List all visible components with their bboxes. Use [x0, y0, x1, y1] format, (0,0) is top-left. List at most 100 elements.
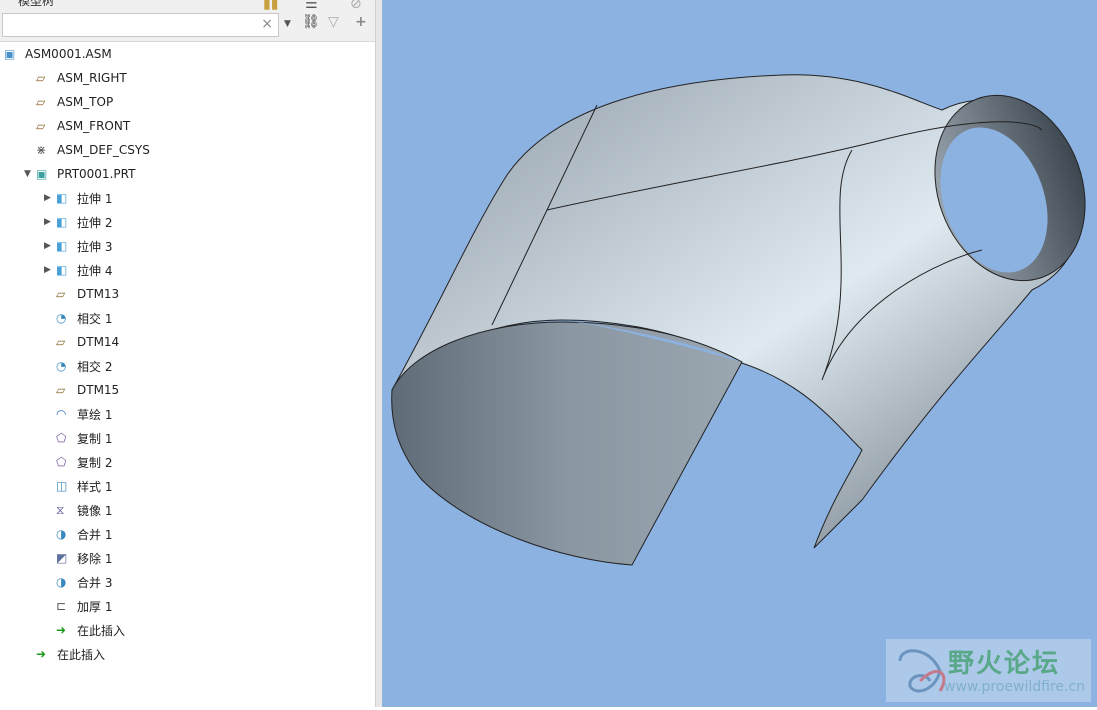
clear-icon[interactable]: × [261, 16, 273, 32]
expand-arrow-icon[interactable]: ▶ [44, 265, 56, 275]
3d-viewport[interactable] [382, 0, 1097, 707]
tree-item[interactable]: ◩ 移除 1 [44, 546, 112, 570]
tree-item[interactable]: ▶ ◧ 拉伸 2 [44, 210, 112, 234]
tree-item-label: 草绘 1 [77, 407, 113, 422]
tree-item[interactable]: ▶ ◧ 拉伸 1 [44, 186, 112, 210]
tree-item-label: 样式 1 [77, 479, 113, 494]
tree-item[interactable]: ▱ DTM15 [44, 378, 119, 402]
expand-arrow-icon[interactable]: ▶ [44, 217, 56, 227]
extrude-icon: ◧ [56, 191, 68, 205]
tree-item-label: ASM_FRONT [57, 119, 131, 133]
panel-title: 模型树 [18, 0, 55, 8]
tree-item[interactable]: ◫ 样式 1 [44, 474, 112, 498]
tree-item-label: DTM15 [77, 383, 120, 397]
tree-item-label: DTM13 [77, 287, 120, 301]
tree-item[interactable]: ▶ ◧ 拉伸 4 [44, 258, 112, 282]
filter-icon[interactable]: ▽ [328, 14, 339, 30]
datum-plane-icon: ▱ [36, 119, 46, 133]
search-input[interactable]: × [2, 13, 279, 37]
expand-arrow-icon[interactable]: ▼ [24, 169, 36, 179]
tree-item-label: PRT0001.PRT [57, 167, 136, 181]
tree-item[interactable]: ▱ DTM14 [44, 330, 119, 354]
dropdown-icon[interactable]: ▼ [284, 19, 291, 29]
add-icon[interactable]: + [355, 14, 367, 30]
extrude-icon: ◧ [56, 215, 68, 229]
show-icon[interactable]: ⊘ [350, 0, 362, 12]
tree-filter-icon[interactable]: ☰ [305, 0, 318, 12]
watermark-title: 野火论坛 [948, 649, 1061, 679]
csys-icon: ⋇ [36, 143, 47, 157]
tree-item-label: 拉伸 3 [77, 239, 113, 254]
tree-item-label: 拉伸 1 [77, 191, 113, 206]
datum-plane-icon: ▱ [36, 71, 46, 85]
expand-arrow-icon[interactable]: ▶ [44, 193, 56, 203]
tree-item-label: 相交 2 [77, 359, 113, 374]
tree-item-label: ASM_DEF_CSYS [57, 143, 150, 157]
tree-item[interactable]: ▱ ASM_TOP [24, 90, 113, 114]
tree-item[interactable]: ⋇ ASM_DEF_CSYS [24, 138, 150, 162]
tree-item-label: DTM14 [77, 335, 120, 349]
tree-item-label: 相交 1 [77, 311, 113, 326]
tree-item[interactable]: ▶ ◧ 拉伸 3 [44, 234, 112, 258]
tree-item[interactable]: ▱ ASM_FRONT [24, 114, 130, 138]
merge-icon: ◑ [56, 575, 67, 589]
assembly-icon: ▣ [4, 47, 16, 61]
merge-icon: ◑ [56, 527, 67, 541]
watermark-logo: 野火论坛 www.proewildfire.cn [886, 639, 1091, 702]
tree-item[interactable]: ◑ 合并 1 [44, 522, 112, 546]
tree-item[interactable]: ◠ 草绘 1 [44, 402, 112, 426]
extrude-icon: ◧ [56, 239, 68, 253]
datum-plane-icon: ▱ [56, 335, 66, 349]
model-tree-toolbar: 模型树 ▮▮ ☰ ⊘ × ▼ ⛓ ▽ + [0, 0, 375, 42]
datum-plane-icon: ▱ [36, 95, 46, 109]
tree-item[interactable]: ⧖ 镜像 1 [44, 498, 112, 522]
expand-arrow-icon[interactable]: ▶ [44, 241, 56, 251]
tree-item-label: 加厚 1 [77, 599, 113, 614]
datum-plane-icon: ▱ [56, 287, 66, 301]
tree-item-label: ASM_RIGHT [57, 71, 127, 85]
settings-icon[interactable]: ▮▮ [263, 0, 278, 12]
tree-item[interactable]: ➜ 在此插入 [24, 642, 105, 666]
inner-surface [391, 321, 743, 566]
tree-item[interactable]: ◔ 相交 1 [44, 306, 112, 330]
insert-here-icon: ➜ [56, 623, 67, 637]
sketch-icon: ◠ [56, 407, 67, 421]
tree-item[interactable]: ▱ ASM_RIGHT [24, 66, 127, 90]
mirror-icon: ⧖ [56, 503, 65, 517]
thicken-icon: ⊏ [56, 599, 67, 613]
tree-item-label: 镜像 1 [77, 503, 113, 518]
remove-icon: ◩ [56, 551, 68, 565]
tree-item-label: 移除 1 [77, 551, 113, 566]
butterfly-logo-icon [898, 649, 946, 693]
tree-item-label: 拉伸 2 [77, 215, 113, 230]
style-icon: ◫ [56, 479, 68, 493]
panel-splitter[interactable] [375, 0, 382, 707]
copy-icon: ⬠ [56, 431, 67, 445]
intersect-icon: ◔ [56, 311, 67, 325]
tree-item[interactable]: ▣ ASM0001.ASM [4, 42, 112, 66]
tree-item-label: 合并 1 [77, 527, 113, 542]
intersect-icon: ◔ [56, 359, 67, 373]
tree-item[interactable]: ▼ ▣ PRT0001.PRT [24, 162, 135, 186]
watermark-url: www.proewildfire.cn [944, 679, 1086, 695]
tree-item[interactable]: ⊏ 加厚 1 [44, 594, 112, 618]
tree-item-label: 拉伸 4 [77, 263, 113, 278]
tree-item[interactable]: ⬠ 复制 1 [44, 426, 112, 450]
tree-item[interactable]: ◑ 合并 3 [44, 570, 112, 594]
tree-item-label: ASM0001.ASM [25, 47, 112, 61]
tree-item-label: 在此插入 [57, 647, 106, 662]
tree-item-label: 复制 2 [77, 455, 113, 470]
tree-item-label: 在此插入 [77, 623, 126, 638]
copy-icon: ⬠ [56, 455, 67, 469]
tree-item[interactable]: ◔ 相交 2 [44, 354, 112, 378]
model-tree-panel: 模型树 ▮▮ ☰ ⊘ × ▼ ⛓ ▽ + ▣ ASM0001.ASM ▱ ASM_RI… [0, 0, 375, 707]
tree-item[interactable]: ➜ 在此插入 [44, 618, 125, 642]
tree-item-label: 复制 1 [77, 431, 113, 446]
tree-item[interactable]: ⬠ 复制 2 [44, 450, 112, 474]
tree-item-label: ASM_TOP [57, 95, 114, 109]
datum-plane-icon: ▱ [56, 383, 66, 397]
tree-item[interactable]: ▱ DTM13 [44, 282, 119, 306]
model-render [391, 74, 1086, 566]
find-binoculars-icon[interactable]: ⛓ [302, 14, 320, 30]
part-icon: ▣ [36, 167, 48, 181]
